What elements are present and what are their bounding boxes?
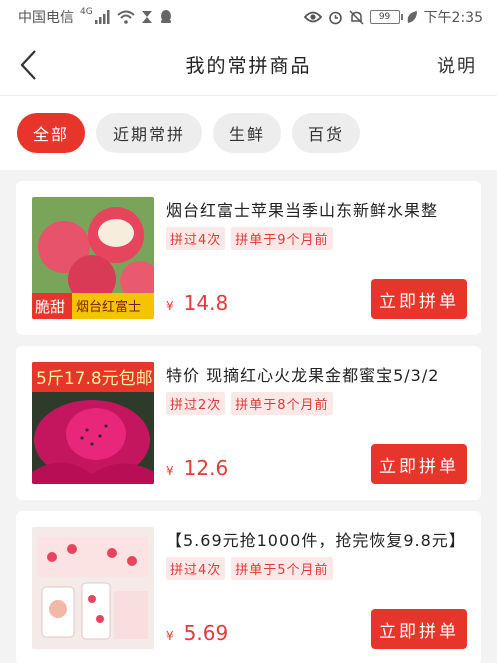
product-image-apple[interactable]: 脆甜 烟台红富士 [32, 197, 154, 319]
price-currency: ¥ [166, 629, 174, 643]
battery-icon: 99 [369, 10, 403, 24]
product-image-dragonfruit[interactable]: 5斤17.8元包邮 [32, 362, 154, 484]
network-label: 4G [80, 7, 93, 17]
chevron-left-icon [20, 50, 36, 80]
price-currency: ¥ [166, 464, 174, 478]
clock-label: 下午2:35 [423, 10, 483, 26]
status-left: 中国电信 4G [18, 7, 173, 27]
tag-order-count: 拼过4次 [166, 557, 226, 580]
product-tags: 拼过2次 拼单于8个月前 [166, 392, 333, 415]
category-tabs: 全部 近期常拼 生鲜 百货 [0, 96, 497, 170]
product-price: ¥ 14.8 [166, 291, 228, 315]
alarm-icon [328, 10, 343, 25]
tag-last-order: 拼单于8个月前 [231, 392, 333, 415]
buy-now-button[interactable]: 立即拼单 [371, 609, 467, 649]
status-bar: 中国电信 4G 99 下午2:35 [0, 0, 497, 34]
mute-bell-icon [349, 9, 364, 25]
product-name[interactable]: 【5.69元抢1000件，抢完恢复9.8元】 [166, 527, 471, 551]
wifi-icon [117, 10, 135, 24]
product-tags: 拼过4次 拼单于9个月前 [166, 227, 333, 250]
help-link[interactable]: 说明 [437, 52, 477, 78]
signal-icon [94, 10, 111, 24]
tag-last-order: 拼单于9个月前 [231, 227, 333, 250]
tag-order-count: 拼过4次 [166, 227, 226, 250]
qq-icon [159, 9, 173, 25]
price-currency: ¥ [166, 299, 174, 313]
carrier-label: 中国电信 [18, 10, 74, 26]
tag-order-count: 拼过2次 [166, 392, 226, 415]
tab-fresh[interactable]: 生鲜 [213, 113, 281, 153]
tab-goods[interactable]: 百货 [292, 113, 360, 153]
buy-now-button[interactable]: 立即拼单 [371, 444, 467, 484]
status-right: 99 下午2:35 [303, 7, 483, 27]
back-button[interactable] [14, 48, 42, 82]
image-text-promo: 5斤17.8元包邮 [36, 369, 153, 389]
hourglass-icon [141, 10, 153, 24]
tag-last-order: 拼单于5个月前 [231, 557, 333, 580]
product-price: ¥ 12.6 [166, 456, 228, 480]
price-value: 5.69 [183, 621, 229, 645]
tab-all[interactable]: 全部 [17, 113, 85, 153]
image-text-brand: 烟台红富士 [76, 299, 141, 315]
product-card[interactable]: 【5.69元抢1000件，抢完恢复9.8元】 拼过4次 拼单于5个月前 ¥ 5.… [16, 511, 481, 663]
page-title: 我的常拼商品 [185, 55, 312, 77]
price-value: 12.6 [183, 456, 229, 480]
image-text-crisp: 脆甜 [35, 298, 65, 316]
product-price: ¥ 5.69 [166, 621, 228, 645]
price-value: 14.8 [183, 291, 229, 315]
leaf-icon [406, 10, 418, 24]
product-image-cups[interactable] [32, 527, 154, 649]
nav-header: 我的常拼商品 说明 [0, 34, 497, 96]
eye-icon [303, 11, 322, 23]
product-card[interactable]: 5斤17.8元包邮 特价 现摘红心火龙果金都蜜宝5/3/2 拼过2次 拼单于8个… [16, 346, 481, 500]
product-name[interactable]: 烟台红富士苹果当季山东新鲜水果整 [166, 197, 471, 221]
tab-recent[interactable]: 近期常拼 [96, 113, 202, 153]
product-tags: 拼过4次 拼单于5个月前 [166, 557, 333, 580]
product-card[interactable]: 脆甜 烟台红富士 烟台红富士苹果当季山东新鲜水果整 拼过4次 拼单于9个月前 ¥… [16, 181, 481, 335]
buy-now-button[interactable]: 立即拼单 [371, 279, 467, 319]
product-name[interactable]: 特价 现摘红心火龙果金都蜜宝5/3/2 [166, 362, 471, 386]
battery-level: 99 [378, 12, 391, 22]
